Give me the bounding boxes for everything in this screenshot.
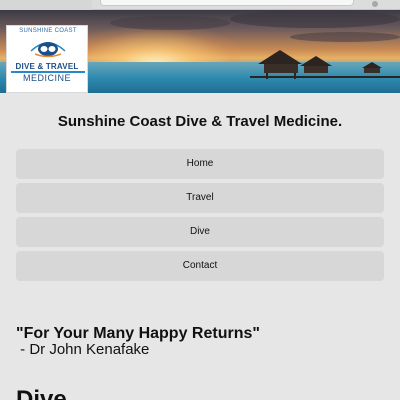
section-heading-dive: Dive [16, 386, 67, 400]
logo-arc-text: SUNSHINE COAST [19, 28, 77, 34]
nav-travel-button[interactable]: Travel [16, 183, 384, 213]
cloud [290, 32, 400, 42]
diver-mask-icon [30, 42, 66, 58]
site-logo[interactable]: SUNSHINE COAST DIVE & TRAVEL MEDICINE [6, 25, 88, 93]
quote-author: - Dr John Kenafake [16, 341, 150, 358]
cloud [110, 16, 230, 30]
address-bar[interactable] [100, 0, 354, 6]
nav-home-button[interactable]: Home [16, 149, 384, 179]
logo-line-1: DIVE & TRAVEL [15, 62, 79, 71]
page-title: Sunshine Coast Dive & Travel Medicine. [57, 113, 343, 130]
main-nav: Home Travel Dive Contact [16, 149, 384, 285]
browser-tab-area [0, 0, 92, 10]
nav-dive-button[interactable]: Dive [16, 217, 384, 247]
hero-banner: SUNSHINE COAST DIVE & TRAVEL MEDICINE [0, 10, 400, 93]
cloud [230, 10, 400, 28]
logo-line-2: MEDICINE [22, 73, 71, 83]
browser-chrome [0, 0, 400, 10]
nav-contact-button[interactable]: Contact [16, 251, 384, 281]
reload-icon[interactable] [372, 1, 378, 7]
overwater-bungalows [250, 50, 400, 79]
